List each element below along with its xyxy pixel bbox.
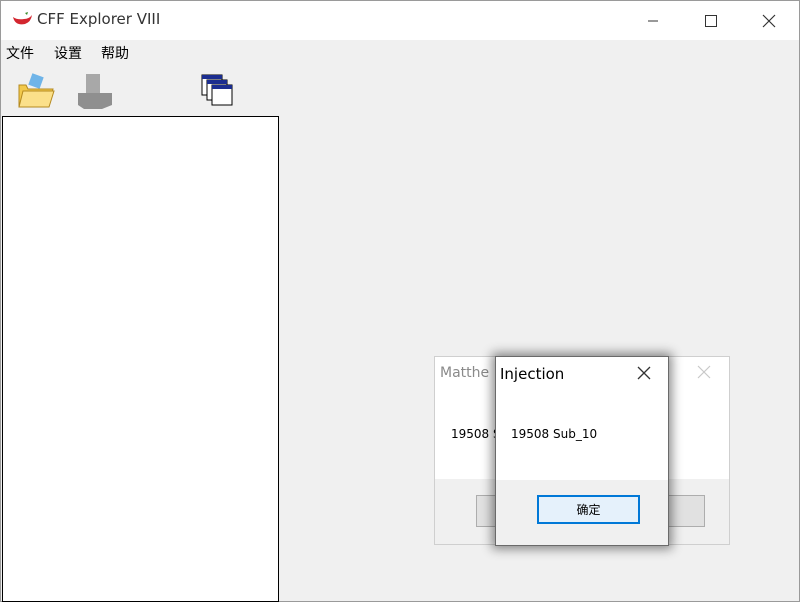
pe-icon (78, 74, 112, 109)
open-folder-icon (18, 73, 55, 108)
open-folder-button[interactable] (16, 69, 56, 111)
close-button[interactable] (746, 1, 792, 40)
close-icon (762, 14, 776, 27)
toolbar (1, 65, 799, 113)
background-dialog-button[interactable] (665, 495, 705, 527)
minimize-button[interactable] (630, 1, 676, 40)
main-window: CFF Explorer VIII 文件 设置 帮助 Matthe 19508 … (0, 0, 800, 602)
background-dialog-title: Matthe (440, 365, 490, 381)
window-title: CFF Explorer VIII (37, 10, 161, 28)
dialog-footer: 确定 (496, 480, 668, 545)
injection-dialog: Injection 19508 Sub_10 确定 (495, 356, 669, 546)
windows-button[interactable] (199, 69, 239, 111)
background-dialog-close-icon[interactable] (697, 365, 711, 383)
dialog-message: 19508 Sub_10 (511, 427, 598, 441)
menu-settings[interactable]: 设置 (54, 43, 82, 63)
dialog-title: Injection (500, 365, 565, 383)
app-icon (11, 11, 33, 27)
dialog-close-icon[interactable] (637, 366, 651, 380)
menu-bar: 文件 设置 帮助 (1, 41, 799, 63)
ok-button[interactable]: 确定 (537, 495, 640, 524)
maximize-icon (705, 14, 717, 27)
maximize-button[interactable] (688, 1, 734, 40)
title-bar[interactable]: CFF Explorer VIII (1, 1, 799, 40)
pe-button[interactable] (74, 69, 114, 111)
minimize-icon (648, 20, 658, 21)
menu-file[interactable]: 文件 (6, 43, 34, 63)
file-tree-panel[interactable] (2, 116, 279, 602)
background-dialog-message: 19508 S (451, 427, 501, 441)
menu-help[interactable]: 帮助 (101, 43, 129, 63)
windows-cascade-icon (201, 74, 233, 106)
